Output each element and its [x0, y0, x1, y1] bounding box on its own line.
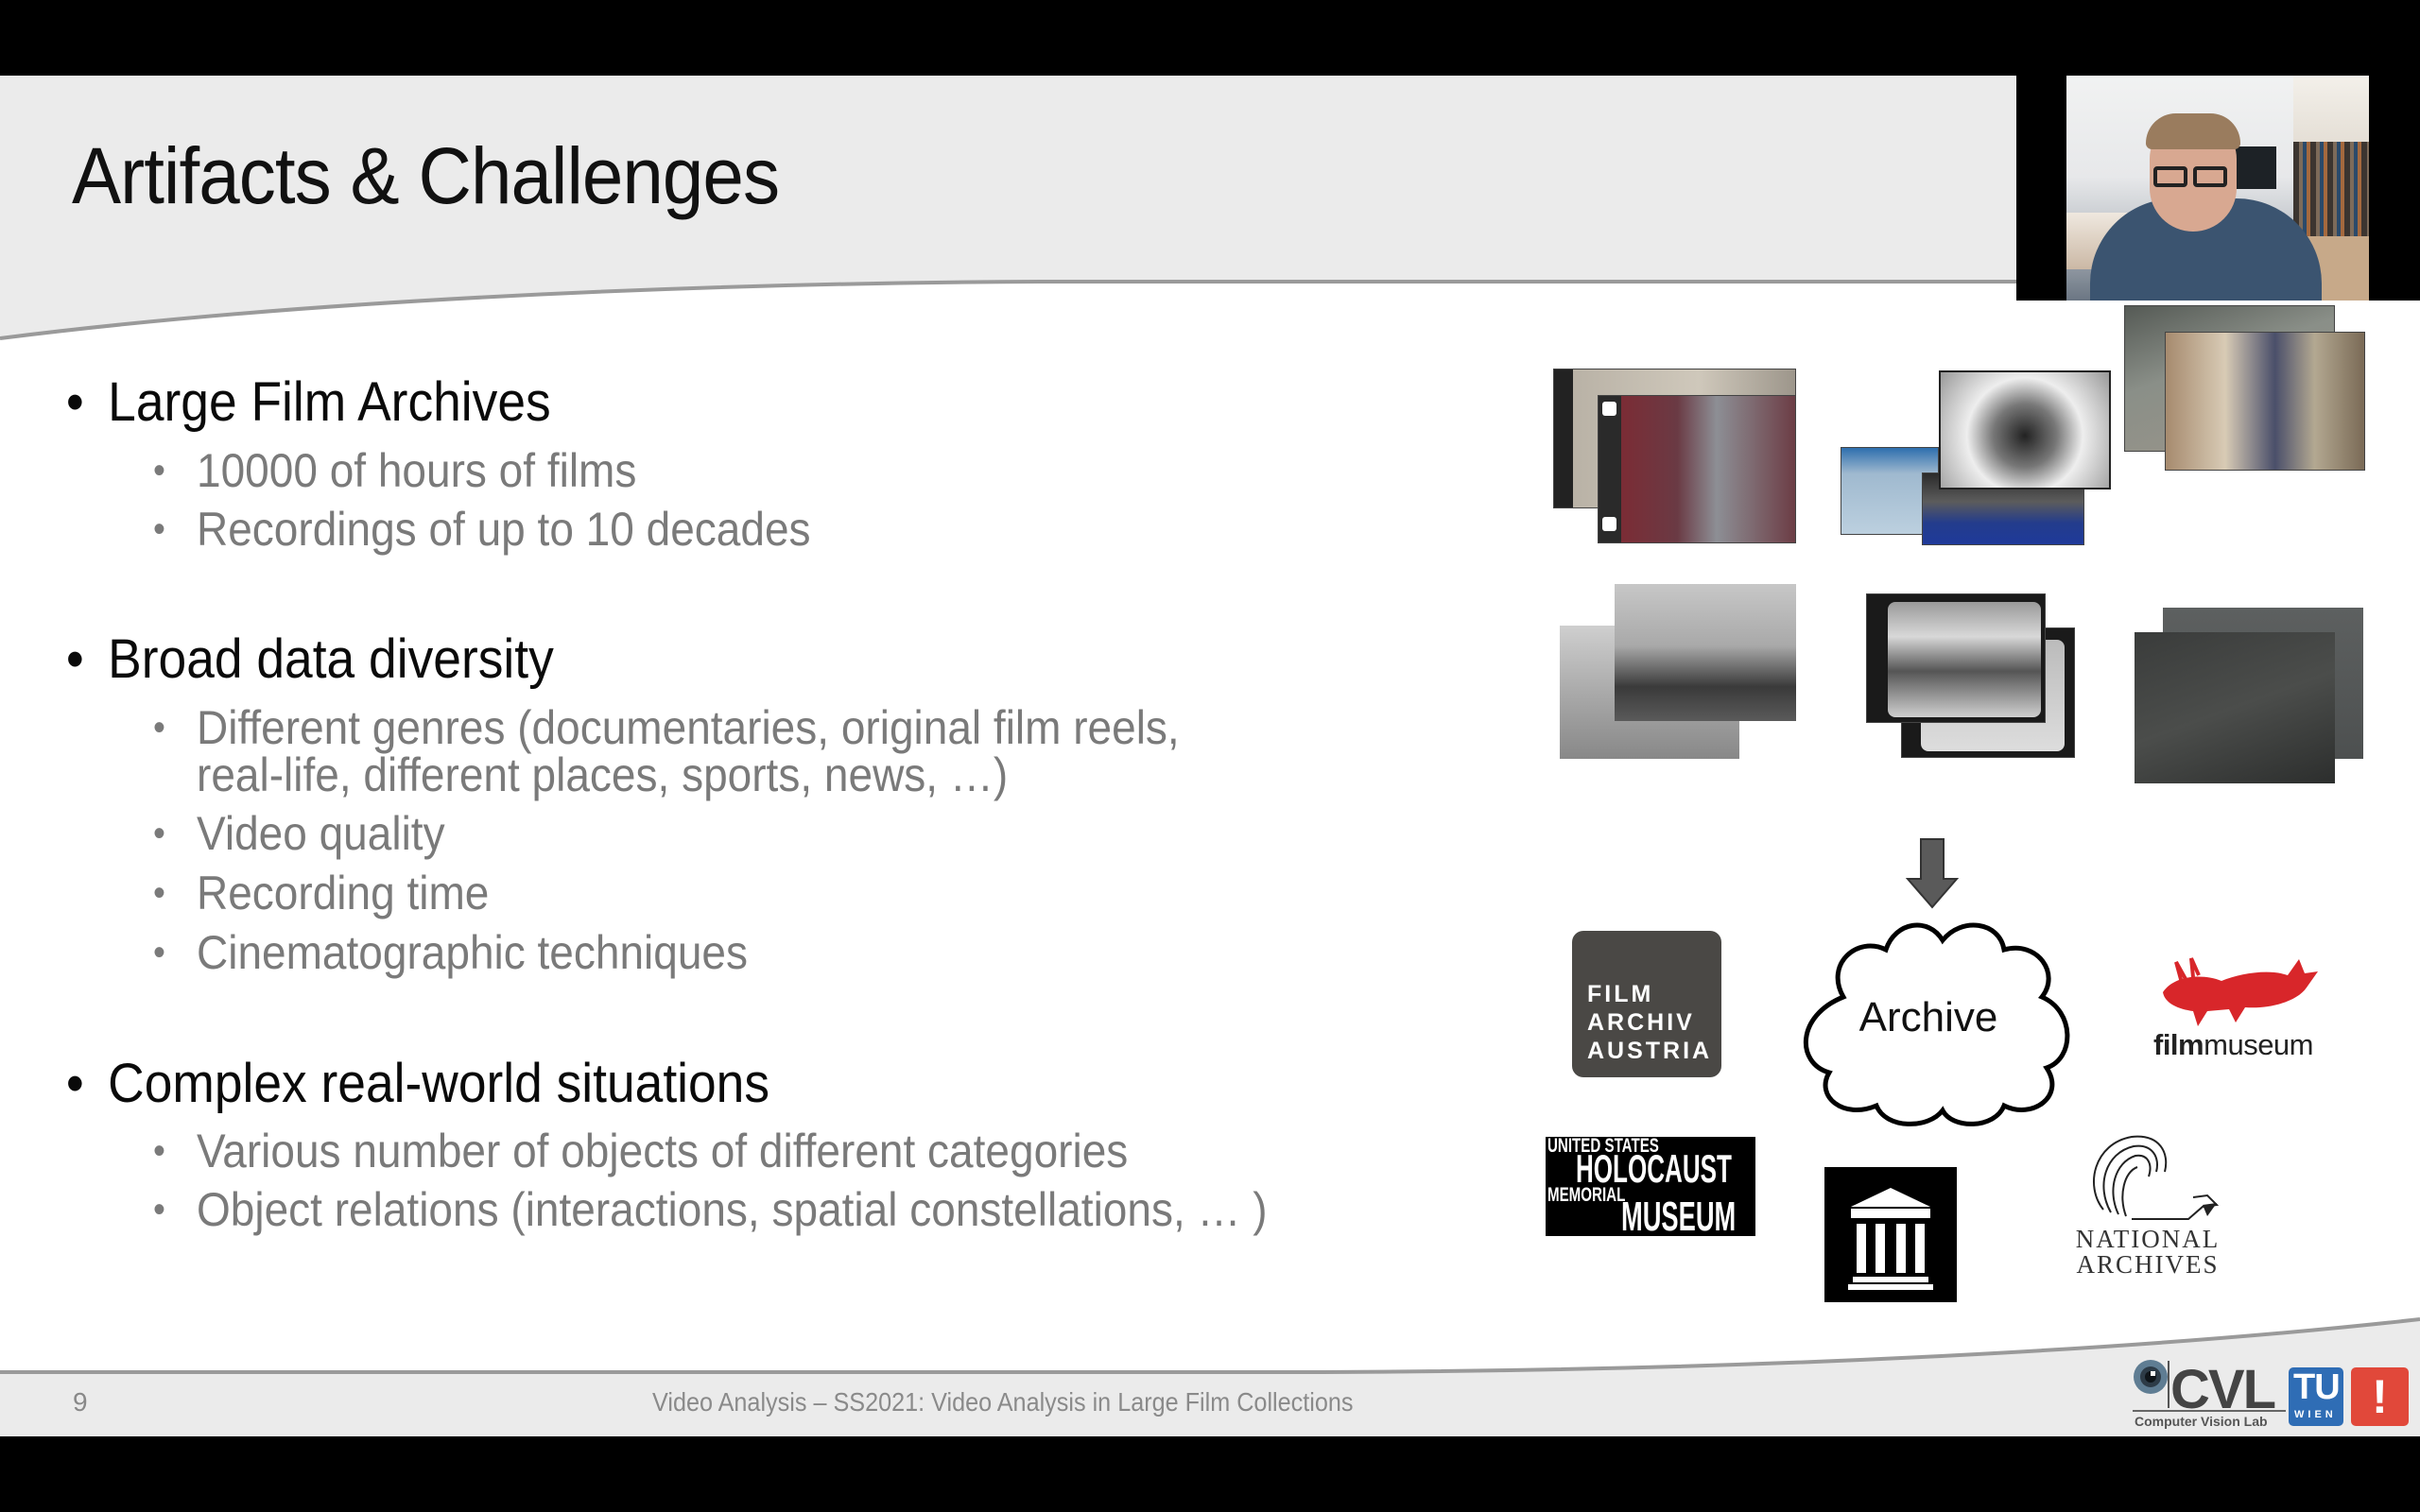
sub-bullet-text: 10000 of hours of films [197, 444, 637, 497]
slide-title: Artifacts & Challenges [72, 131, 780, 220]
logo-line: ARCHIV [1587, 1009, 1695, 1036]
glasses-right [2193, 166, 2227, 187]
filmmuseum-creature-icon [2163, 957, 2318, 1026]
cvl-underline [2133, 1410, 2286, 1412]
western-frame-front [2165, 332, 2365, 471]
webcam-overlay [2016, 76, 2420, 301]
filmmuseum-logo-text: filmmuseum [2153, 1028, 2313, 1062]
boxing-frame-front [1615, 584, 1796, 721]
bullet-text: Large Film Archives [108, 371, 551, 433]
logo-line: ARCHIVES [2076, 1250, 2220, 1279]
sub-bullet-text: Video quality [197, 807, 445, 860]
logo-line: NATIONAL [2075, 1225, 2221, 1253]
bullet-complex-real-world: • Complex real-world situations [66, 1052, 769, 1115]
bullet-dot: • [153, 813, 165, 854]
tu-logo-text: TU [2293, 1367, 2341, 1407]
sub-bullet-text: Object relations (interactions, spatial … [197, 1183, 1268, 1236]
bullet-dot: • [153, 508, 165, 550]
sub-bullet: • Recording time [153, 869, 489, 919]
logo-line: MEMORIAL [1547, 1184, 1626, 1206]
sub-bullet: • Object relations (interactions, spatial… [153, 1186, 1268, 1235]
bullet-dot: • [66, 371, 84, 433]
sub-bullet-text: Various number of objects of different c… [197, 1125, 1129, 1177]
archive-label: Archive [1858, 994, 1998, 1040]
bullet-text: Broad data diversity [108, 628, 554, 690]
sub-bullet: • Recordings of up to 10 decades [153, 506, 811, 555]
bullet-dot: • [153, 932, 165, 973]
sub-bullet-text: Recordings of up to 10 decades [197, 503, 811, 556]
sub-bullet: • Different genres (documentaries, origin… [153, 704, 1180, 799]
bullet-text: Complex real-world situations [108, 1053, 770, 1114]
down-arrow-icon [1905, 838, 1960, 909]
footer-text: Video Analysis – SS2021: Video Analysis … [652, 1387, 1354, 1417]
war-frame-front [2135, 632, 2335, 783]
bullet-dot: • [153, 872, 165, 914]
national-archives-logo-text: NATIONAL ARCHIVES [2066, 1227, 2229, 1278]
bullet-dot: • [66, 1053, 84, 1114]
cvl-eye-icon [2134, 1360, 2168, 1394]
glasses-left [2153, 166, 2187, 187]
bullet-large-film-archives: • Large Film Archives [66, 370, 551, 434]
sub-bullet: • Cinematographic techniques [153, 929, 748, 978]
tu-wien-logo: TU WIEN [2289, 1367, 2343, 1426]
bookshelf [2293, 142, 2369, 236]
logo-line: AUSTRIA [1587, 1038, 1713, 1064]
film-frame-front [1598, 395, 1796, 543]
bullet-dot: • [153, 1189, 165, 1230]
cvl-divider [2168, 1361, 2169, 1408]
news-frame-wochenschau [1939, 370, 2111, 490]
bullet-dot: • [153, 450, 165, 491]
slide-number: 9 [73, 1387, 88, 1417]
sub-bullet: • Video quality [153, 810, 445, 859]
ship-poster [2293, 76, 2369, 142]
exclamation-logo: ! [2351, 1367, 2409, 1426]
sub-bullet: • Various number of objects of different … [153, 1127, 1128, 1177]
sub-bullet-text: Different genres (documentaries, origina… [197, 704, 1180, 799]
sub-bullet: • 10000 of hours of films [153, 447, 636, 496]
strip-frame-front [1866, 593, 2046, 723]
bullet-dot: • [153, 707, 165, 748]
sub-bullet-text: Cinematographic techniques [197, 926, 749, 979]
presenter-video [2066, 76, 2369, 301]
logo-regular: museum [2204, 1028, 2313, 1061]
building-icon [1824, 1167, 1957, 1302]
sub-bullet-text: Recording time [197, 867, 490, 919]
sub-bullet-line: real-life, different places, sports, new… [197, 748, 1009, 801]
presenter-hair [2146, 113, 2240, 149]
bullet-dot: • [153, 1130, 165, 1172]
national-archives-eagle-icon [2093, 1135, 2220, 1220]
footer-band [0, 1319, 2420, 1436]
logo-line: FILM [1587, 981, 1654, 1007]
logo-bold: film [2153, 1028, 2204, 1061]
cvl-subtitle: Computer Vision Lab [2135, 1414, 2268, 1429]
film-archiv-austria-logo: FILM ARCHIV AUSTRIA [1572, 931, 1721, 1077]
tu-logo-subtitle: WIEN [2294, 1409, 2337, 1420]
bullet-dot: • [66, 628, 84, 690]
logo-line: MUSEUM [1621, 1194, 1737, 1236]
bullet-broad-data-diversity: • Broad data diversity [66, 627, 554, 691]
sub-bullet-line: Different genres (documentaries, origina… [197, 701, 1180, 754]
holocaust-museum-logo: UNITED STATES HOLOCAUST MEMORIAL MUSEUM [1546, 1137, 1755, 1236]
